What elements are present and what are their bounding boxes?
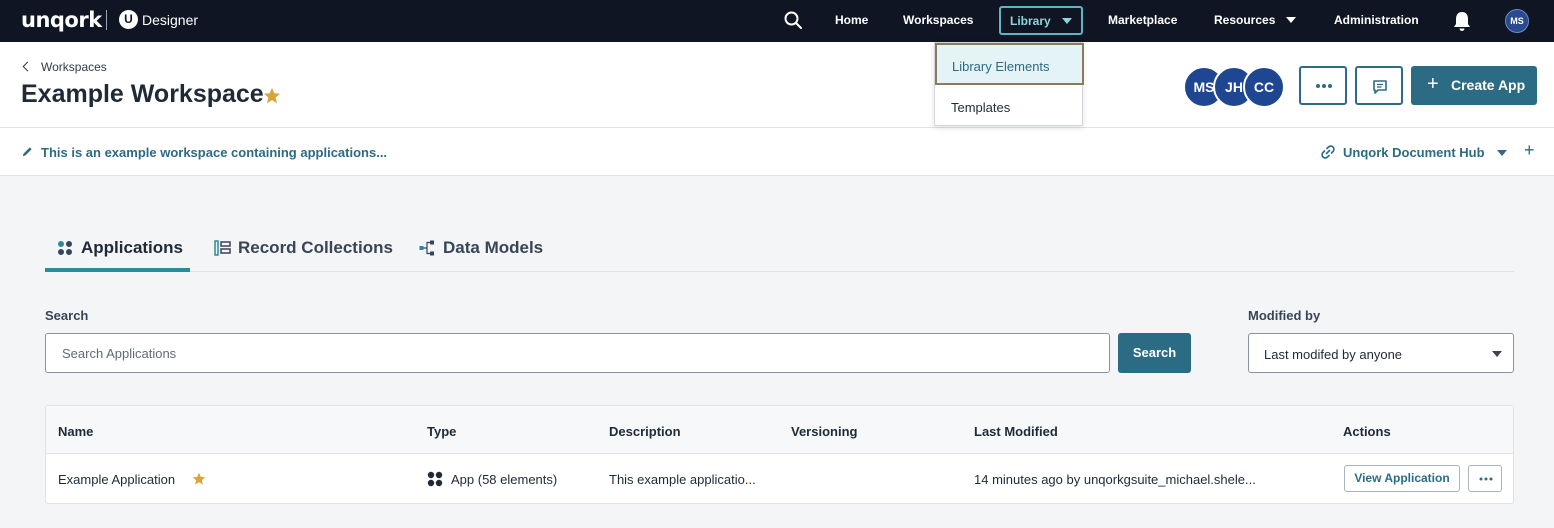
document-hub-label: Unqork Document Hub [1343,145,1485,160]
app-name[interactable]: Example Application [58,472,175,487]
tab-label: Applications [81,238,184,257]
library-dropdown-menu: Library Elements Templates [934,42,1084,127]
nav-library-label: Library [1010,14,1051,28]
view-application-button[interactable]: View Application [1344,465,1460,492]
chevron-down-icon [1492,351,1502,357]
nav-home[interactable]: Home [835,13,868,27]
workspace-header: Workspaces Example Workspace MS JH CC + … [0,42,1554,128]
app-type: App (58 elements) [451,472,558,487]
top-navigation: unqork U Designer Home Workspaces Librar… [0,0,1554,42]
create-app-button[interactable]: + Create App [1411,66,1537,105]
apps-icon [58,241,72,255]
modified-by-select[interactable]: Last modifed by anyone [1248,333,1514,373]
more-options-button[interactable] [1299,66,1347,105]
comment-icon [1373,80,1387,94]
star-icon[interactable] [192,472,206,486]
add-icon[interactable]: + [1524,140,1535,161]
menu-item-label: Templates [951,100,1011,115]
menu-item-library-elements[interactable]: Library Elements [935,43,1084,85]
column-header-versioning[interactable]: Versioning [791,424,857,439]
chevron-down-icon[interactable] [1286,17,1296,23]
collaborator-avatars[interactable]: MS JH CC [1183,66,1293,108]
bell-icon[interactable] [1452,10,1472,32]
tab-label: Data Models [443,238,544,257]
logo-divider [106,10,107,30]
row-more-button[interactable] [1468,465,1502,492]
search-button[interactable]: Search [1118,333,1191,373]
column-header-description[interactable]: Description [609,424,681,439]
app-type-icon [427,471,443,487]
column-header-type[interactable]: Type [427,424,456,439]
workspace-description-bar: This is an example workspace containing … [0,128,1554,176]
workspace-description[interactable]: This is an example workspace containing … [41,145,387,160]
more-horizontal-icon [1479,477,1493,481]
menu-item-templates[interactable]: Templates [935,85,1084,127]
product-name: Designer [142,12,199,28]
user-avatar[interactable]: MS [1505,9,1529,33]
nav-resources[interactable]: Resources [1214,13,1275,27]
data-model-icon [419,240,434,256]
search-label: Search [45,308,89,323]
comments-button[interactable] [1355,66,1403,105]
more-horizontal-icon [1316,84,1332,88]
table-header: Name Type Description Versioning Last Mo… [46,406,1513,454]
applications-table: Name Type Description Versioning Last Mo… [45,405,1514,504]
app-last-modified: 14 minutes ago by unqorkgsuite_michael.s… [974,472,1256,487]
menu-item-label: Library Elements [952,59,1050,74]
chevron-left-icon [22,61,33,72]
app-description: This example applicatio... [609,472,756,487]
nav-workspaces[interactable]: Workspaces [903,13,973,27]
breadcrumb[interactable]: Workspaces [22,60,107,74]
chevron-down-icon [1062,18,1072,24]
page-title: Example Workspace [21,80,264,108]
star-icon[interactable] [263,87,281,105]
record-collection-icon [214,240,231,256]
nav-administration[interactable]: Administration [1334,13,1419,27]
search-input[interactable] [45,333,1110,373]
modified-by-value: Last modifed by anyone [1264,347,1403,362]
modified-by-label: Modified by [1248,308,1321,323]
tab-label: Record Collections [238,238,393,257]
column-header-name[interactable]: Name [58,424,93,439]
pencil-icon[interactable] [22,146,33,157]
nav-library[interactable]: Library [999,6,1083,35]
column-header-actions: Actions [1343,424,1391,439]
search-icon[interactable] [783,10,803,30]
column-header-last-modified[interactable]: Last Modified [974,424,1058,439]
create-app-label: Create App [1451,77,1526,93]
link-icon [1321,145,1335,159]
active-tab-indicator [45,268,190,272]
breadcrumb-workspaces[interactable]: Workspaces [41,60,107,74]
avatar[interactable]: CC [1243,66,1285,108]
designer-logo-icon: U [119,10,138,29]
tab-divider [45,271,1514,272]
chevron-down-icon [1497,150,1507,156]
unqork-logo[interactable]: unqork [21,8,102,32]
plus-icon: + [1427,73,1439,95]
nav-marketplace[interactable]: Marketplace [1108,13,1177,27]
